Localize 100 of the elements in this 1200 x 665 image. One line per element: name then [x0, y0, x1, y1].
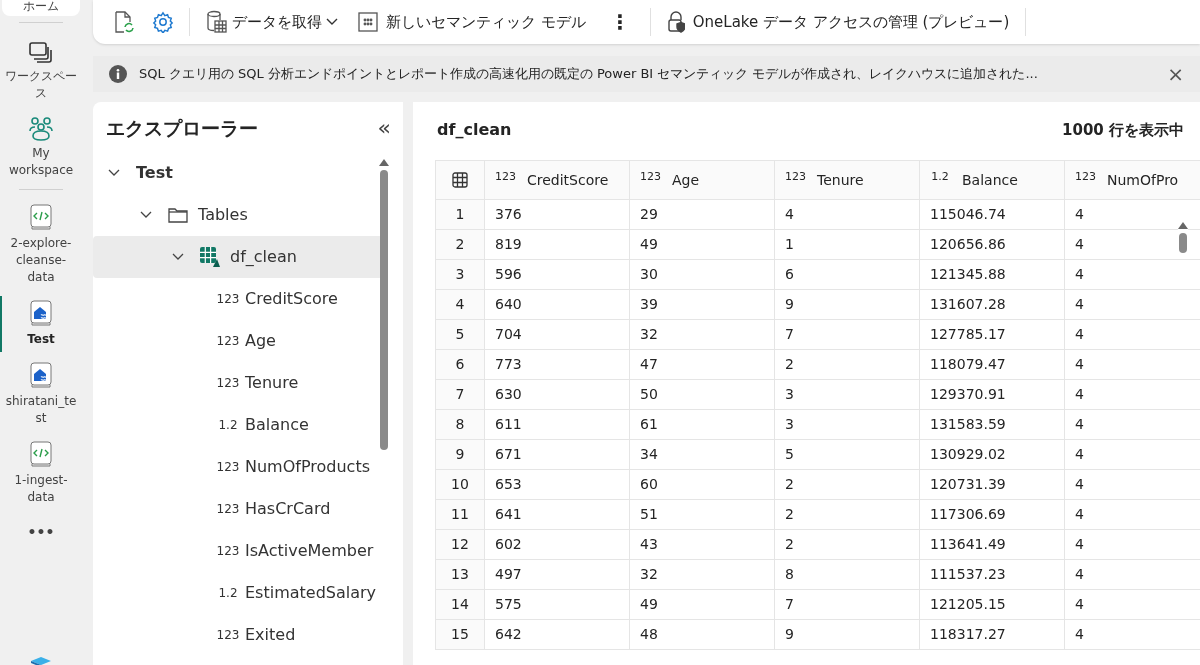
table-cell: 4 — [1065, 440, 1200, 470]
chevron-down-icon[interactable] — [138, 211, 154, 219]
cube-icon — [29, 657, 53, 665]
tree-item[interactable]: 123 Exited — [93, 614, 383, 656]
tree-item[interactable]: 123 NumOfProducts — [93, 446, 383, 488]
tree-item[interactable]: 123 CreditScore — [93, 278, 383, 320]
table-title: df_clean — [437, 119, 512, 141]
table-cell: 4 — [1065, 320, 1200, 350]
column-header[interactable]: 123 CreditScore — [485, 160, 630, 200]
tree-item[interactable]: Test — [93, 152, 383, 194]
chevron-down-icon — [326, 18, 338, 26]
info-icon — [109, 65, 127, 83]
scrollbar-thumb[interactable] — [1179, 233, 1187, 253]
table-cell: 2 — [775, 530, 920, 560]
type-label: 123 — [215, 333, 241, 350]
type-label: 123 — [215, 501, 241, 518]
scroll-up-icon[interactable] — [379, 158, 389, 166]
nav-label[interactable]: ホーム — [2, 0, 80, 16]
more-options-button[interactable]: ⋮ — [601, 6, 638, 38]
table-cell: 773 — [485, 350, 630, 380]
type-label: 123 — [215, 543, 241, 560]
tree-item[interactable]: Tables — [93, 194, 383, 236]
table-cell: 4 — [1065, 290, 1200, 320]
table-cell: 596 — [485, 260, 630, 290]
table-icon — [200, 247, 220, 267]
tree-item[interactable]: 123 Age — [93, 320, 383, 362]
table-cell: 5 — [775, 440, 920, 470]
table-cell: 61 — [630, 410, 775, 440]
manage-access-button[interactable]: OneLake データ アクセスの管理 (プレビュー) — [662, 6, 1014, 38]
row-number: 15 — [435, 620, 485, 650]
table-cell: 113641.49 — [920, 530, 1065, 560]
nav-item[interactable]: 2-explore-cleanse-data — [0, 204, 82, 286]
row-number: 13 — [435, 560, 485, 590]
table-cell: 6 — [775, 260, 920, 290]
table-cell: 4 — [1065, 500, 1200, 530]
table-cell: 60 — [630, 470, 775, 500]
row-number: 1 — [435, 200, 485, 230]
tree-item[interactable]: 123 Tenure — [93, 362, 383, 404]
type-label: 1.2 — [217, 585, 239, 602]
nav-item[interactable]: 1-ingest-data — [0, 441, 82, 506]
table-cell: 32 — [630, 320, 775, 350]
more-button[interactable]: ••• — [27, 522, 55, 543]
table-cell: 4 — [1065, 350, 1200, 380]
tree-item[interactable]: 123 IsActiveMember — [93, 530, 383, 572]
table-cell: 130929.02 — [920, 440, 1065, 470]
row-number: 4 — [435, 290, 485, 320]
nav-item[interactable]: ワークスペース — [0, 41, 82, 102]
table-cell: 51 — [630, 500, 775, 530]
nav-item[interactable]: My workspace — [0, 116, 82, 179]
table-cell: 497 — [485, 560, 630, 590]
row-number: 11 — [435, 500, 485, 530]
new-semantic-model-button[interactable]: 新しいセマンティック モデル — [354, 6, 590, 38]
table-cell: 4 — [1065, 260, 1200, 290]
info-message: SQL クエリ用の SQL 分析エンドポイントとレポート作成の高速化用の既定の Power BI セマンティック モデルが作成され、レイクハウスに追加された... — [139, 65, 1039, 84]
table-cell: 611 — [485, 410, 630, 440]
table-cell: 30 — [630, 260, 775, 290]
row-number: 7 — [435, 380, 485, 410]
table-cell: 131607.28 — [920, 290, 1065, 320]
collapse-button[interactable]: « — [377, 117, 391, 139]
nav-item[interactable]: shiratani_test — [0, 362, 82, 427]
table-cell: 8 — [775, 560, 920, 590]
scrollbar-thumb[interactable] — [380, 170, 388, 450]
table-cell: 43 — [630, 530, 775, 560]
table-cell: 111537.23 — [920, 560, 1065, 590]
folder-icon — [168, 207, 188, 223]
table-cell: 4 — [1065, 380, 1200, 410]
close-button[interactable]: × — [1167, 64, 1184, 84]
get-data-button[interactable]: データを取得 — [202, 6, 342, 38]
column-header[interactable]: 123 Age — [630, 160, 775, 200]
table-cell: 2 — [775, 500, 920, 530]
row-number: 3 — [435, 260, 485, 290]
column-header[interactable]: 123 Tenure — [775, 160, 920, 200]
type-label: 1.2 — [217, 417, 239, 434]
tree-item[interactable]: 1.2 EstimatedSalary — [93, 572, 383, 614]
notebook-icon — [29, 441, 53, 469]
table-cell: 115046.74 — [920, 200, 1065, 230]
table-cell: 671 — [485, 440, 630, 470]
scroll-up-icon[interactable] — [1178, 221, 1188, 229]
type-label: 123 — [215, 375, 241, 392]
chevron-down-icon[interactable] — [106, 169, 122, 177]
column-header[interactable]: 1.2 Balance — [920, 160, 1065, 200]
table-cell: 642 — [485, 620, 630, 650]
table-cell: 129370.91 — [920, 380, 1065, 410]
tree-item[interactable]: df_clean — [93, 236, 383, 278]
table-cell: 575 — [485, 590, 630, 620]
tree-item[interactable]: 123 HasCrCard — [93, 488, 383, 530]
column-header[interactable]: 123 NumOfPro — [1065, 160, 1200, 200]
table-cell: 49 — [630, 590, 775, 620]
table-cell: 117306.69 — [920, 500, 1065, 530]
row-number: 2 — [435, 230, 485, 260]
table-cell: 4 — [1065, 560, 1200, 590]
table-cell: 704 — [485, 320, 630, 350]
row-number: 12 — [435, 530, 485, 560]
table-cell: 2 — [775, 470, 920, 500]
chevron-down-icon[interactable] — [170, 253, 186, 261]
table-cell: 47 — [630, 350, 775, 380]
tree-item[interactable]: 1.2 Balance — [93, 404, 383, 446]
people-icon — [27, 116, 55, 142]
table-cell: 4 — [1065, 590, 1200, 620]
table-cell: 48 — [630, 620, 775, 650]
